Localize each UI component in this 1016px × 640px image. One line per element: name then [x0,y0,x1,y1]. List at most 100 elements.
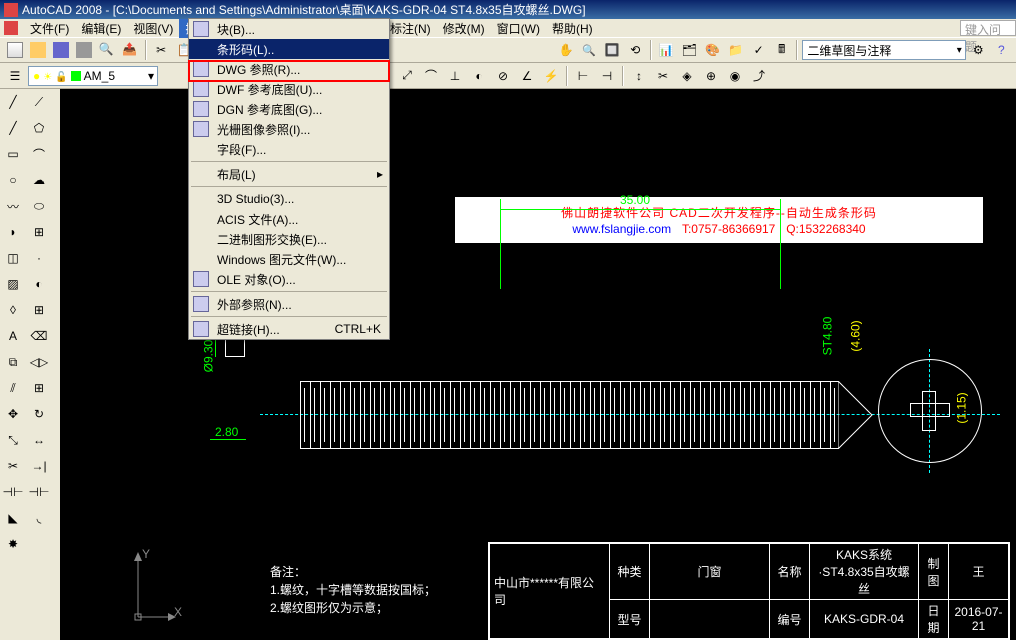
open-button[interactable] [27,39,48,61]
gradient-tool[interactable]: ◐ [26,271,52,297]
center-button[interactable]: ⊕ [700,65,722,87]
menu-help[interactable]: 帮助(H) [546,19,599,38]
stretch-tool[interactable]: ↔ [26,427,52,453]
markup-button[interactable]: ✓ [748,39,769,61]
circle-tool[interactable]: ○ [0,167,26,193]
menu-item[interactable]: DWF 参考底图(U)... [189,79,389,99]
pan-button[interactable]: ✋ [555,39,576,61]
array-tool[interactable]: ⊞ [26,375,52,401]
dim-ord-button[interactable]: ⊥ [444,65,466,87]
workspace-selector[interactable]: 二维草图与注释 [802,40,965,60]
dim-base-button[interactable]: ⊢ [572,65,594,87]
menu-item[interactable]: 块(B)... [189,19,389,39]
menu-file[interactable]: 文件(F) [24,19,75,38]
rotate-tool[interactable]: ↻ [26,401,52,427]
dim-arc-button[interactable]: ⌒ [420,65,442,87]
table-tool[interactable]: ⊞ [26,297,52,323]
dim-cont-button[interactable]: ⊣ [596,65,618,87]
dim-length: 35.00 [620,193,650,207]
dim-rad-button[interactable]: ◐ [468,65,490,87]
hatch-tool[interactable]: ▨ [0,271,26,297]
scale-tool[interactable]: ⤡ [0,427,26,453]
layer-selector[interactable]: AM_5 [28,66,158,86]
menu-item[interactable]: 3D Studio(3)... [189,189,389,209]
offset-tool[interactable]: ⫽ [0,375,26,401]
dc-button[interactable]: 🗂 [679,39,700,61]
break-tool[interactable]: ⊣⊢ [0,479,26,505]
help-search[interactable]: 键入问题 [960,20,1016,36]
copy-tool[interactable]: ⧉ [0,349,26,375]
menu-item[interactable]: 条形码(L).. [189,39,389,59]
block-tool[interactable]: ◫ [0,245,26,271]
calc-button[interactable]: 🖩 [771,39,792,61]
insert-tool[interactable]: ⊞ [26,219,52,245]
polygon-tool[interactable]: ⬠ [26,115,52,141]
tb-name-value: KAKS系统·ST4.8x35自攻螺丝 [810,544,919,600]
pline-tool[interactable]: ⟋ [26,89,52,115]
join-tool[interactable]: ⊣⊢ [26,479,52,505]
help-button[interactable]: ? [991,39,1012,61]
zoom-rt-button[interactable] [578,39,599,61]
dim-space-button[interactable]: ↕ [628,65,650,87]
ucs-icon: Y X [128,547,178,630]
menu-item[interactable]: 外部参照(N)... [189,294,389,314]
chamfer-tool[interactable]: ◣ [0,505,26,531]
menu-item[interactable]: 二进制图形交换(E)... [189,229,389,249]
dim-aligned-button[interactable]: ⤢ [396,65,418,87]
zoom-prev-button[interactable]: ⟲ [625,39,646,61]
move-tool[interactable]: ✥ [0,401,26,427]
publish-button[interactable]: 📤 [119,39,140,61]
fillet-tool[interactable]: ◟ [26,505,52,531]
cut-button[interactable]: ✂ [151,39,172,61]
spline-tool[interactable]: 〰 [0,193,26,219]
save-button[interactable] [50,39,71,61]
menu-item[interactable]: Windows 图元文件(W)... [189,249,389,269]
menu-item[interactable]: 布局(L)▸ [189,164,389,184]
ellarc-tool[interactable]: ◗ [0,219,26,245]
mtext-tool[interactable]: A [0,323,26,349]
arc-tool[interactable]: ⌒ [26,141,52,167]
rect-tool[interactable]: ▭ [0,141,26,167]
region-tool[interactable]: ◊ [0,297,26,323]
props-button[interactable]: 📊 [656,39,677,61]
ellipse-tool[interactable]: ⬭ [26,193,52,219]
menu-item[interactable]: DGN 参考底图(G)... [189,99,389,119]
menu-modify[interactable]: 修改(M) [437,19,491,38]
cline-tool[interactable]: ╱ [0,115,26,141]
new-button[interactable] [4,39,25,61]
tp-icon: 🎨 [705,43,720,57]
menu-view[interactable]: 视图(V) [127,19,179,38]
menu-item[interactable]: OLE 对象(O)... [189,269,389,289]
explode-tool[interactable]: ✸ [0,531,26,557]
zoom-win-button[interactable]: 🔲 [602,39,623,61]
inspect-button[interactable]: ◉ [724,65,746,87]
menu-item[interactable]: 超链接(H)...CTRL+K [189,319,389,339]
menu-item[interactable]: DWG 参照(R)... [189,59,389,79]
extend-tool[interactable]: →| [26,453,52,479]
line-tool[interactable]: ╱ [0,89,26,115]
layer-manager-button[interactable]: ☰ [4,65,26,87]
jog-button[interactable]: ⤴ [748,65,770,87]
menu-item[interactable]: 字段(F)... [189,139,389,159]
preview-button[interactable]: 🔍 [96,39,117,61]
menu-window[interactable]: 窗口(W) [491,19,546,38]
dim-quick-button[interactable]: ⚡ [540,65,562,87]
dim-break-button[interactable]: ✂ [652,65,674,87]
menu-dimension[interactable]: 标注(N) [384,19,437,38]
menu-item[interactable]: ACIS 文件(A)... [189,209,389,229]
layers-icon: ☰ [10,69,21,83]
erase-tool[interactable]: ⌫ [26,323,52,349]
ws-settings-button[interactable]: ⚙ [968,39,989,61]
print-button[interactable] [73,39,94,61]
menu-edit[interactable]: 编辑(E) [75,19,127,38]
mirror-tool[interactable]: ◁▷ [26,349,52,375]
trim-tool[interactable]: ✂ [0,453,26,479]
dim-ang-button[interactable]: ∠ [516,65,538,87]
dim-dia-button[interactable]: ⊘ [492,65,514,87]
menu-item[interactable]: 光栅图像参照(I)... [189,119,389,139]
tp-button[interactable]: 🎨 [702,39,723,61]
point-tool[interactable]: · [26,245,52,271]
revcloud-tool[interactable]: ☁ [26,167,52,193]
ssm-button[interactable]: 📁 [725,39,746,61]
tolerance-button[interactable]: ◈ [676,65,698,87]
